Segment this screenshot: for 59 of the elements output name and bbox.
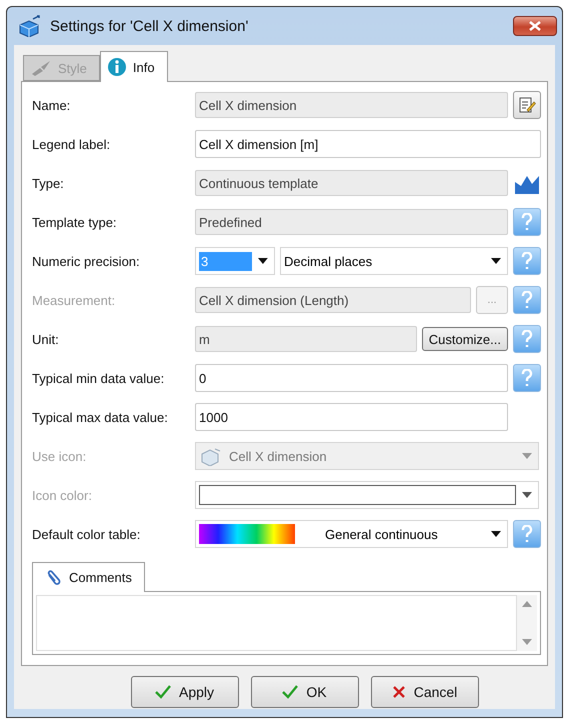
field-label: Typical min data value:	[32, 370, 166, 386]
field-label: Use icon:	[32, 448, 88, 464]
readonly-field: Continuous template	[195, 170, 508, 196]
edit-button[interactable]	[513, 91, 541, 119]
close-button[interactable]	[513, 16, 557, 36]
question-mark-icon	[521, 369, 533, 387]
edit-note-icon	[518, 96, 536, 114]
field-label: Typical max data value:	[32, 410, 169, 424]
dialog-button[interactable]: Cancel	[370, 676, 478, 708]
tab[interactable]: Info	[100, 51, 168, 82]
readonly-field: Cell X dimension (Length)	[195, 287, 471, 313]
question-mark-icon	[521, 330, 533, 348]
help-button[interactable]	[513, 286, 541, 314]
color-table-combo[interactable]: General continuous	[195, 520, 508, 548]
precision-unit-combo[interactable]: Decimal places	[280, 247, 508, 275]
field-label: Numeric precision:	[32, 254, 141, 268]
info-icon	[106, 57, 127, 77]
cube-icon	[199, 446, 223, 466]
field-label: Name:	[32, 98, 72, 112]
window-title: Settings for 'Cell X dimension'	[50, 18, 250, 34]
field-label: Icon color:	[32, 488, 93, 502]
readonly-field: Cell X dimension	[195, 92, 508, 118]
question-mark-icon	[521, 525, 533, 543]
comments-field[interactable]	[36, 595, 517, 651]
dropdown-arrow-icon[interactable]	[491, 258, 501, 264]
cube-icon	[18, 15, 42, 37]
color-combo[interactable]	[195, 481, 539, 509]
field-label: Template type:	[32, 214, 118, 230]
check-icon	[154, 685, 171, 699]
help-button[interactable]	[513, 520, 541, 548]
dialog-button[interactable]: Apply	[130, 676, 238, 708]
input-field[interactable]: Cell X dimension [m]	[195, 130, 541, 158]
readonly-field: Predefined	[195, 209, 508, 235]
brush-icon	[30, 60, 52, 76]
close-icon	[529, 21, 541, 31]
question-mark-icon	[521, 291, 533, 309]
dropdown-arrow-icon[interactable]	[522, 492, 532, 498]
help-button[interactable]	[513, 325, 541, 353]
comments-tab[interactable]: Comments	[32, 562, 145, 592]
input-field[interactable]: 0	[195, 364, 508, 392]
field-label: Unit:	[32, 332, 60, 346]
help-button[interactable]	[513, 208, 541, 236]
field-label: Type:	[32, 176, 65, 190]
cross-icon	[392, 685, 406, 699]
question-mark-icon	[521, 213, 533, 231]
dialog-button[interactable]: OK	[250, 676, 358, 708]
paperclip-icon	[45, 568, 61, 586]
field-label: Legend label:	[32, 136, 112, 152]
field-label: Default color table:	[32, 526, 142, 542]
question-mark-icon	[521, 252, 533, 270]
help-button[interactable]	[513, 364, 541, 392]
dropdown-arrow-icon[interactable]	[491, 531, 501, 537]
input-field[interactable]: 1000	[195, 403, 508, 431]
field-label: Measurement:	[32, 292, 116, 308]
help-button[interactable]	[513, 247, 541, 275]
check-icon	[282, 685, 298, 699]
readonly-field: m	[195, 326, 417, 352]
customize-button[interactable]: Customize...	[422, 327, 508, 351]
dropdown-arrow-icon[interactable]	[258, 258, 268, 264]
